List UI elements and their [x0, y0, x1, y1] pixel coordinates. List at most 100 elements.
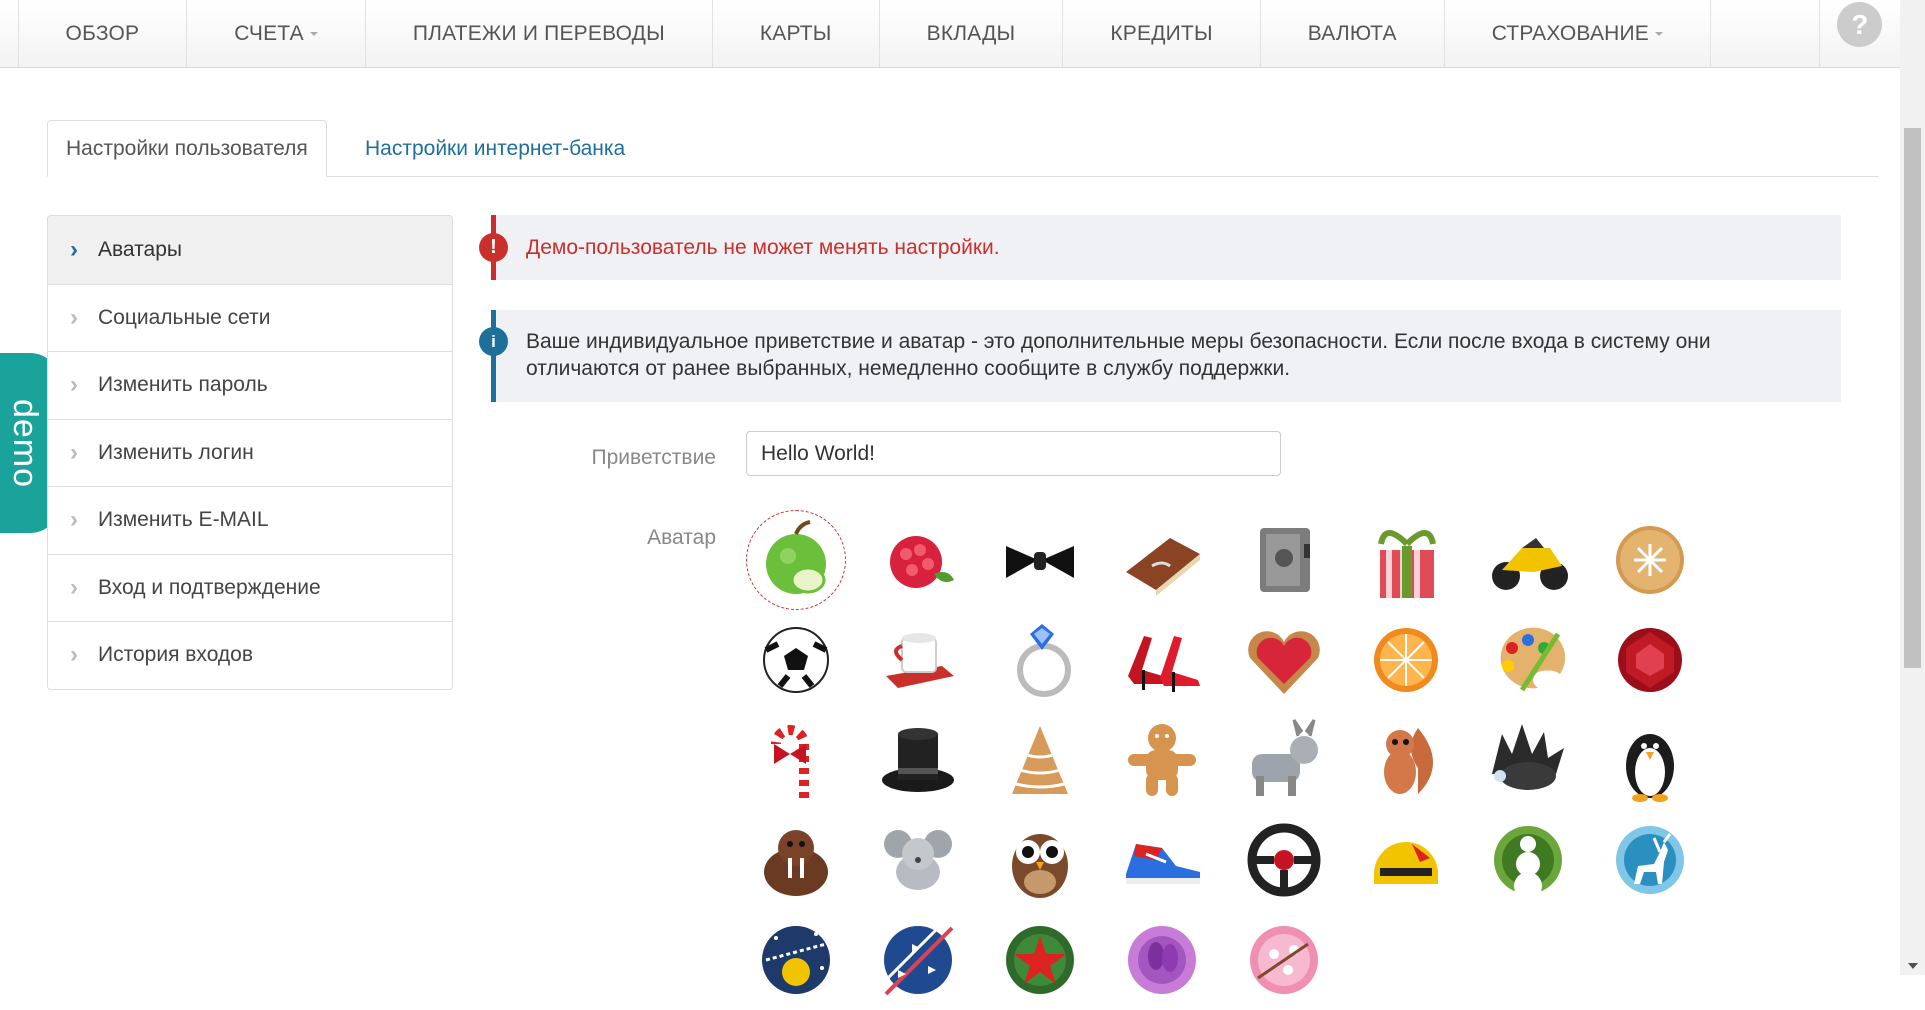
gingerbread-man-icon [1128, 724, 1196, 796]
avatar-option-red-star[interactable] [990, 910, 1090, 1010]
info-alert: i Ваше индивидуальное приветствие и ават… [479, 310, 1841, 402]
avatar-option-candy-cane[interactable] [746, 710, 846, 810]
nav-item-insurance[interactable]: СТРАХОВАНИЕ [1445, 0, 1712, 67]
sidebar-item-social[interactable]: › Социальные сети [48, 283, 452, 351]
avatar-option-safe[interactable] [1234, 510, 1334, 610]
tab-user-settings[interactable]: Настройки пользователя [47, 120, 327, 177]
avatar-option-walrus[interactable] [746, 810, 846, 910]
scroll-down-arrow-icon[interactable] [1908, 963, 1918, 969]
avatar-option-cookie[interactable] [1600, 510, 1700, 610]
avatar-option-raspberry[interactable] [868, 510, 968, 610]
sidebar-item-login[interactable]: › Изменить логин [48, 418, 452, 486]
helmet-icon [1374, 842, 1438, 884]
sidebar-item-history[interactable]: › История входов [48, 621, 452, 689]
flowers-icon [1128, 926, 1196, 994]
steering-wheel-icon [1247, 823, 1321, 897]
avatar-option-owl[interactable] [990, 810, 1090, 910]
avatar-option-heart-cookie[interactable] [1234, 610, 1334, 710]
scrollbar-thumb[interactable] [1904, 128, 1921, 668]
nav-item-payments[interactable]: ПЛАТЕЖИ И ПЕРЕВОДЫ [366, 0, 713, 67]
avatar-option-high-heels[interactable] [1112, 610, 1212, 710]
squirrel-icon [1384, 728, 1433, 794]
sidebar-item-email[interactable]: › Изменить E-MAIL [48, 486, 452, 554]
nav-item-credits[interactable]: КРЕДИТЫ [1063, 0, 1261, 67]
avatar-option-santa-sleigh[interactable] [746, 910, 846, 1010]
palette-icon [1500, 627, 1566, 692]
avatar-option-squirrel[interactable] [1356, 710, 1456, 810]
demo-label: demo [6, 398, 45, 488]
sidebar-item-label: Вход и подтверждение [98, 575, 321, 599]
avatar-option-ruby[interactable] [1600, 610, 1700, 710]
chevron-right-icon: › [70, 438, 78, 466]
sakura-icon [1250, 926, 1318, 994]
nav-label: КАРТЫ [759, 21, 832, 45]
gift-icon [1378, 530, 1436, 598]
heart-cookie-icon [1248, 631, 1320, 694]
motorcycle-icon [1492, 538, 1568, 590]
avatar-option-top-hat[interactable] [868, 710, 968, 810]
avatar-option-planes[interactable] [868, 910, 968, 1010]
nav-item-deposits[interactable]: ВКЛАДЫ [880, 0, 1064, 67]
info-icon: i [479, 327, 508, 356]
raspberry-icon [890, 536, 954, 588]
avatar-option-gingerbread-man[interactable] [1112, 710, 1212, 810]
avatar-option-xmas-tree-cookie[interactable] [990, 710, 1090, 810]
candy-cane-icon [771, 725, 809, 798]
avatar-option-motorcycle[interactable] [1478, 510, 1578, 610]
avatar-option-soccer-ball[interactable] [746, 610, 846, 710]
avatar-option-bow-tie[interactable] [990, 510, 1090, 610]
caret-down-icon [1655, 31, 1664, 36]
sidebar-item-auth[interactable]: › Вход и подтверждение [48, 553, 452, 621]
nav-item-currency[interactable]: ВАЛЮТА [1261, 0, 1445, 67]
avatar-option-sakura[interactable] [1234, 910, 1334, 1010]
nav-label: ПЛАТЕЖИ И ПЕРЕВОДЫ [412, 21, 665, 45]
red-star-icon [1006, 926, 1074, 994]
sidebar-item-label: Изменить логин [98, 440, 254, 464]
hedgehog-icon [1492, 724, 1564, 790]
avatar-option-helmet[interactable] [1356, 810, 1456, 910]
avatar-option-orange[interactable] [1356, 610, 1456, 710]
greeting-input[interactable] [746, 431, 1281, 476]
tab-bank-settings[interactable]: Настройки интернет-банка [347, 120, 643, 177]
avatar-option-palette[interactable] [1478, 610, 1578, 710]
nav-item-overview[interactable]: ОБЗОР [19, 0, 188, 67]
avatar-option-donkey[interactable] [1234, 710, 1334, 810]
avatar-option-sneaker[interactable] [1112, 810, 1212, 910]
chevron-right-icon: › [70, 235, 78, 263]
avatar-option-penguin[interactable] [1600, 710, 1700, 810]
sidebar-item-avatars[interactable]: › Аватары [48, 216, 452, 284]
avatar-option-steering-wheel[interactable] [1234, 810, 1334, 910]
top-hat-icon [882, 728, 954, 792]
info-alert-text: Ваше индивидуальное приветствие и аватар… [526, 330, 1711, 380]
sneaker-icon [1126, 844, 1200, 884]
avatar-option-deer[interactable] [1600, 810, 1700, 910]
page-scrollbar[interactable] [1900, 0, 1925, 975]
nav-left-pad [0, 0, 19, 67]
planes-icon [880, 922, 954, 996]
nav-label: КРЕДИТЫ [1110, 21, 1213, 45]
avatar-option-apple[interactable] [746, 510, 846, 610]
error-alert-text: Демо-пользователь не может менять настро… [526, 236, 1000, 259]
avatar-option-cup[interactable] [868, 610, 968, 710]
safe-icon [1260, 528, 1310, 592]
avatar-option-ring[interactable] [990, 610, 1090, 710]
sidebar-item-password[interactable]: › Изменить пароль [48, 351, 452, 419]
question-icon: ? [1837, 2, 1883, 47]
nav-item-cards[interactable]: КАРТЫ [713, 0, 880, 67]
snowman-icon [1494, 826, 1562, 900]
error-alert: ! Демо-пользователь не может менять наст… [479, 215, 1841, 280]
avatar-option-hedgehog[interactable] [1478, 710, 1578, 810]
chevron-right-icon: › [70, 641, 78, 669]
avatar-option-flowers[interactable] [1112, 910, 1212, 1010]
deer-icon [1616, 826, 1684, 894]
avatar-option-snowman[interactable] [1478, 810, 1578, 910]
help-button[interactable]: ? [1820, 0, 1900, 67]
avatar-option-gift[interactable] [1356, 510, 1456, 610]
apple-icon [766, 520, 826, 594]
book-icon [1126, 538, 1200, 596]
avatar-option-book[interactable] [1112, 510, 1212, 610]
avatar-option-mouse[interactable] [868, 810, 968, 910]
nav-item-accounts[interactable]: СЧЕТА [187, 0, 366, 67]
cup-icon [886, 633, 954, 688]
top-navigation: ОБЗОР СЧЕТА ПЛАТЕЖИ И ПЕРЕВОДЫ КАРТЫ ВКЛ… [0, 0, 1900, 68]
